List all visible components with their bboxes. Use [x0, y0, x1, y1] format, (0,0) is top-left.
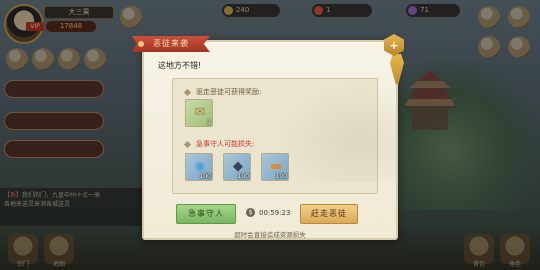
- clock-icon: $: [246, 208, 255, 217]
- dialog-title: 恶徒来袭: [132, 36, 210, 52]
- bandit-raid-dialog: 恶徒来袭 + 这地方不错! 驱走恶徒可获得奖励: ✉ 1 急事守人可能损失: ◉…: [132, 34, 404, 240]
- loss-section-title: 急事守人可能损失:: [183, 139, 255, 149]
- item-count: 100: [237, 173, 249, 180]
- close-icon: +: [389, 38, 399, 52]
- reward-title-text: 驱走恶徒可获得奖励:: [196, 88, 262, 96]
- loss-item-ingot[interactable]: ▬ 100: [261, 153, 289, 181]
- timeout-warning: 超时会直接造成资源损失: [234, 231, 306, 239]
- reward-item-scroll[interactable]: ✉ 1: [185, 99, 213, 127]
- loss-item-crystal[interactable]: ◆ 100: [223, 153, 251, 181]
- loss-item-pouch[interactable]: ◉ 100: [185, 153, 213, 181]
- ingot-icon: ▬: [269, 158, 283, 174]
- diamond-icon: [183, 88, 192, 96]
- dialog-intro: 这地方不错!: [158, 61, 202, 70]
- item-count: 100: [199, 173, 211, 180]
- reward-section-title: 驱走恶徒可获得奖励:: [183, 87, 262, 97]
- loss-title-text: 急事守人可能损失:: [196, 140, 255, 148]
- wake-guardian-button[interactable]: 急事守人: [176, 204, 236, 224]
- diamond-icon: [183, 140, 192, 148]
- item-count: 100: [275, 173, 287, 180]
- countdown-timer: $ 00:59:23: [246, 208, 290, 217]
- item-count: 1: [207, 119, 211, 126]
- rewards-panel: 驱走恶徒可获得奖励: ✉ 1 急事守人可能损失: ◉ 100 ◆ 100 ▬ 1…: [172, 78, 378, 194]
- timer-text: 00:59:23: [259, 208, 291, 217]
- drive-away-button[interactable]: 赶走恶徒: [300, 204, 358, 224]
